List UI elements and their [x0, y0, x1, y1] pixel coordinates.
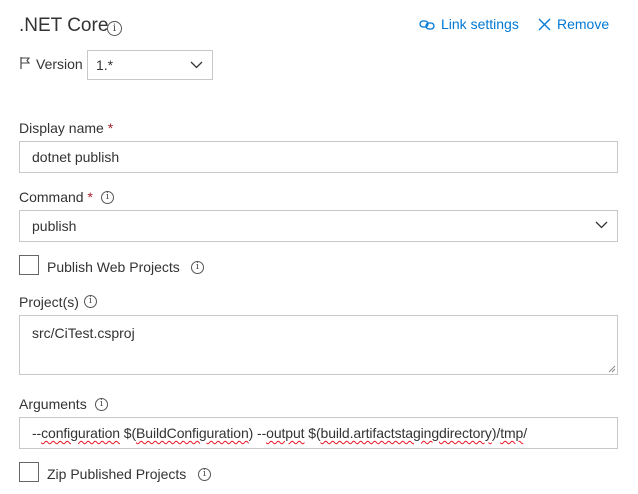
- arguments-label: Arguments: [19, 396, 87, 412]
- zip-published-projects-label: Zip Published Projects: [47, 466, 187, 482]
- projects-value: src/CiTest.csproj: [32, 325, 135, 341]
- flag-icon: [20, 57, 31, 69]
- info-icon[interactable]: i: [198, 468, 211, 481]
- info-icon[interactable]: i: [107, 21, 122, 36]
- info-icon[interactable]: i: [84, 295, 97, 308]
- info-icon[interactable]: i: [95, 398, 108, 411]
- spellcheck-word: build.artifactstagingdirectory: [320, 425, 492, 441]
- projects-textarea[interactable]: src/CiTest.csproj: [19, 315, 618, 375]
- projects-label: Project(s): [19, 294, 79, 310]
- link-settings-button[interactable]: Link settings: [419, 16, 519, 32]
- command-selected-value: publish: [32, 218, 77, 234]
- version-label: Version: [36, 56, 83, 72]
- display-name-input[interactable]: dotnet publish: [19, 141, 618, 173]
- required-mark: *: [87, 189, 93, 205]
- link-settings-label: Link settings: [441, 16, 519, 32]
- version-select[interactable]: 1.*: [87, 50, 213, 80]
- info-icon[interactable]: i: [191, 261, 204, 274]
- task-title: .NET Core: [19, 15, 109, 36]
- remove-button[interactable]: Remove: [538, 16, 609, 32]
- link-icon: [419, 20, 435, 30]
- spellcheck-word: BuildConfiguration: [136, 425, 249, 441]
- command-select[interactable]: publish: [19, 210, 618, 242]
- command-label: Command *: [19, 189, 93, 205]
- info-icon[interactable]: i: [101, 191, 114, 204]
- spellcheck-word: configuration: [41, 425, 120, 441]
- chevron-down-icon: [595, 221, 608, 229]
- zip-published-projects-checkbox[interactable]: [19, 462, 39, 482]
- display-name-label: Display name *: [19, 120, 114, 136]
- arguments-input[interactable]: --configuration $(BuildConfiguration) --…: [19, 417, 618, 449]
- close-icon: [538, 18, 551, 31]
- version-selected-value: 1.*: [96, 57, 114, 73]
- spellcheck-word: output: [266, 425, 305, 441]
- resize-grip-icon[interactable]: [607, 364, 616, 373]
- publish-web-projects-checkbox[interactable]: [19, 255, 39, 275]
- publish-web-projects-label: Publish Web Projects: [47, 259, 180, 275]
- spellcheck-word: tmp: [500, 425, 524, 441]
- chevron-down-icon: [190, 61, 203, 69]
- required-mark: *: [107, 120, 114, 136]
- remove-label: Remove: [557, 16, 610, 32]
